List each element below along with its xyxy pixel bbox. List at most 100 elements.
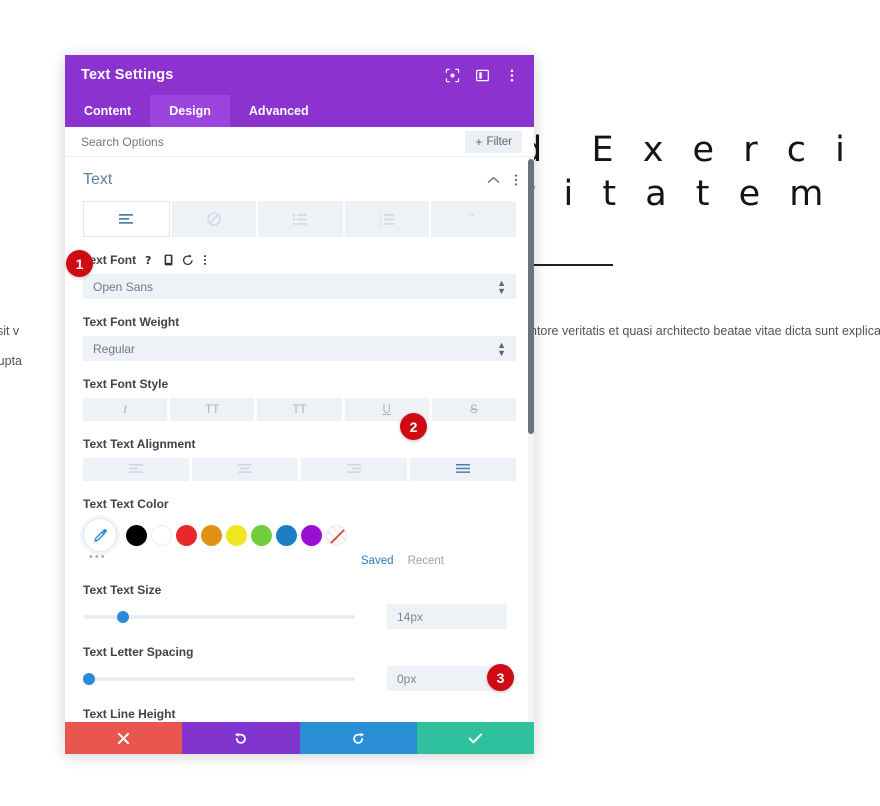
text-font-select[interactable]: Open Sans ▲ ▼ [83,274,516,299]
text-format-toolbar: 1 2 3 ” [83,201,516,237]
text-font-label-icons: ? [145,254,207,266]
link-icon[interactable] [171,201,257,237]
text-font-value: Open Sans [93,279,154,294]
line-height-field: Text Line Height 2.3em [65,707,534,722]
split-layout-icon[interactable] [474,67,490,83]
slider-knob[interactable] [83,672,95,685]
svg-text:3: 3 [379,222,382,226]
section-title: Text [83,171,113,188]
background-heading-line-2: r i t a t e m [520,174,833,214]
swatch-green[interactable] [251,524,272,546]
text-font-weight-value: Regular [93,341,136,356]
modal-header-icons [444,67,520,83]
tab-design[interactable]: Design [150,95,230,127]
small-caps-icon[interactable]: TT [257,398,342,421]
strikethrough-glyph: S [470,403,478,416]
small-caps-glyph: TT [292,403,307,416]
text-color-field: Text Text Color ••• Saved Recent [65,497,534,567]
underline-glyph: U [382,403,391,416]
more-vertical-icon[interactable] [504,67,520,83]
tab-content[interactable]: Content [65,95,150,127]
align-center-icon[interactable] [192,458,298,481]
background-heading-line-1: d E x e r c i [520,130,854,170]
modal-scrollbar[interactable] [528,157,534,722]
eyedropper-icon[interactable] [83,518,117,552]
letter-spacing-field: Text Letter Spacing 0px [65,645,534,691]
text-font-label-row: Text Font ? [83,253,516,267]
tab-advanced[interactable]: Advanced [230,95,328,127]
letter-spacing-slider[interactable] [83,671,355,687]
undo-button[interactable] [182,722,300,754]
paragraph-icon[interactable] [83,201,170,237]
scrollbar-thumb[interactable] [528,159,534,434]
svg-text:”: ” [468,213,475,226]
swatch-none[interactable] [326,524,347,546]
reset-icon[interactable] [182,254,194,266]
text-section-header: Text [65,157,534,195]
uppercase-glyph: TT [205,403,220,416]
text-alignment-label: Text Text Alignment [83,437,196,451]
quote-icon[interactable]: ” [431,201,516,237]
swatch-yellow[interactable] [226,524,247,546]
ordered-list-icon[interactable]: 1 2 3 [344,201,430,237]
unordered-list-icon[interactable] [258,201,343,237]
swatch-orange[interactable] [201,524,222,546]
color-more-options-icon[interactable]: ••• [89,551,107,563]
text-font-style-buttons: I TT TT U S [83,398,517,421]
search-input[interactable] [81,134,466,149]
select-arrows-icon: ▲ ▼ [497,339,506,358]
redo-button[interactable] [299,722,417,754]
italic-icon[interactable]: I [83,398,168,421]
align-justify-icon[interactable] [410,458,516,481]
strikethrough-icon[interactable]: S [431,398,517,421]
text-size-value[interactable]: 14px [387,604,507,629]
section-more-vertical-icon[interactable] [514,173,518,187]
focus-icon[interactable] [444,67,460,83]
text-size-label: Text Text Size [83,583,162,597]
svg-text:?: ? [145,254,151,266]
save-button[interactable] [416,722,534,754]
text-color-label: Text Text Color [83,497,169,511]
swatch-white[interactable] [151,524,172,546]
line-height-label: Text Line Height [83,707,176,721]
text-font-field: Text Font ? Open Sans ▲ ▼ [65,253,534,299]
saved-colors-tab[interactable]: Saved [361,555,394,567]
annotation-badge-1: 1 [66,250,93,277]
uppercase-icon[interactable]: TT [170,398,255,421]
swatch-red[interactable] [176,524,197,546]
text-font-style-label: Text Font Style [83,377,169,391]
filter-button[interactable]: + Filter [465,130,522,153]
color-tabs: Saved Recent [83,555,516,567]
color-swatch-row: ••• [83,518,516,563]
modal-footer [65,722,534,754]
mobile-icon[interactable] [164,254,173,266]
background-heading: d E x e r c ir i t a t e m [520,128,880,216]
modal-header: Text Settings [65,55,534,95]
select-arrows-icon: ▲ ▼ [497,277,506,296]
swatch-blue[interactable] [276,524,297,546]
search-row: + Filter [65,127,534,157]
text-font-style-field: Text Font Style I TT TT U S [65,377,534,421]
align-right-icon[interactable] [301,458,407,481]
text-size-slider[interactable] [83,609,355,625]
text-font-weight-select[interactable]: Regular ▲ ▼ [83,336,516,361]
recent-colors-tab[interactable]: Recent [408,555,444,567]
slider-knob[interactable] [117,610,129,623]
text-alignment-buttons [83,458,516,481]
modal-body: Text 1 2 3 ” Text Font ? Open Sans ▲ ▼ T… [65,157,534,722]
cancel-button[interactable] [65,722,183,754]
align-left-icon[interactable] [83,458,189,481]
chevron-up-icon[interactable] [487,176,500,185]
swatch-black[interactable] [126,524,147,546]
annotation-badge-2: 2 [400,413,427,440]
text-font-weight-field: Text Font Weight Regular ▲ ▼ [65,315,534,361]
help-icon[interactable]: ? [145,254,155,266]
text-size-field: Text Text Size 14px [65,583,534,629]
letter-spacing-label: Text Letter Spacing [83,645,194,659]
background-body-right: ntore veritatis et quasi architecto beat… [530,324,880,338]
swatch-purple[interactable] [301,524,322,546]
italic-glyph: I [123,403,128,416]
text-settings-modal: Text Settings Content Design Advanced Se… [65,55,534,754]
plus-icon: + [475,134,483,149]
more-vertical-icon[interactable] [203,254,207,266]
